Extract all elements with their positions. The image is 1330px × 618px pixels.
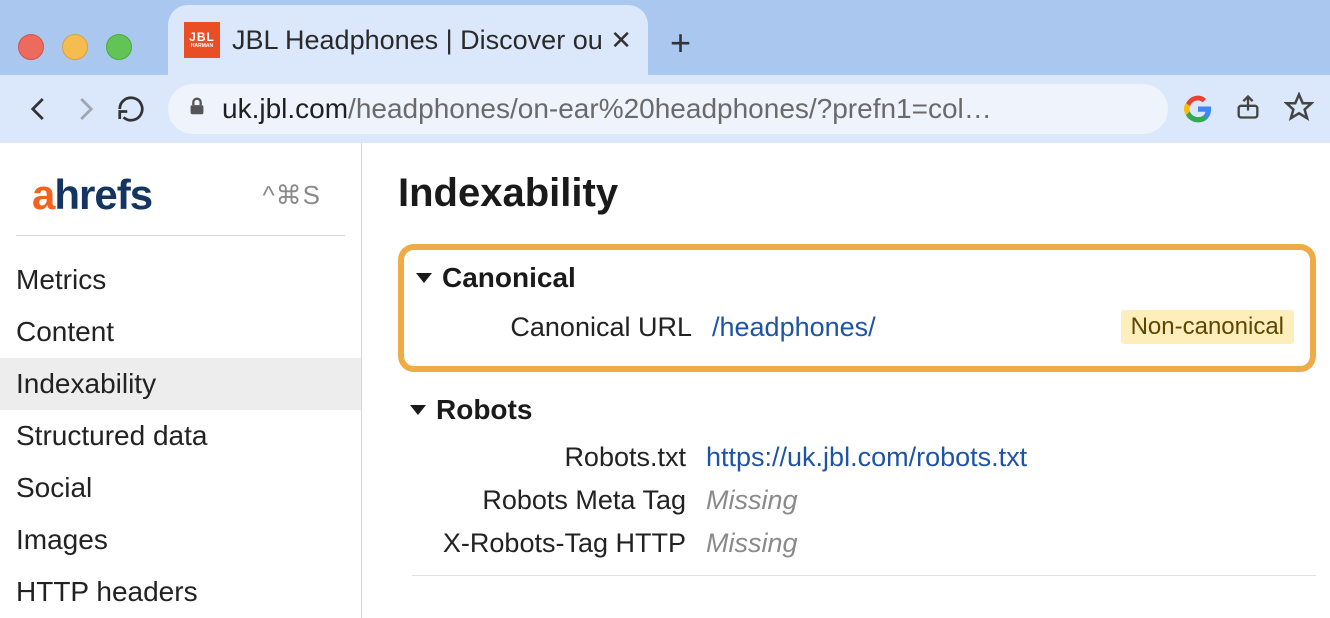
sidebar-item-images[interactable]: Images <box>0 514 361 566</box>
canonical-url-row: Canonical URL /headphones/ Non-canonical <box>416 304 1298 350</box>
x-robots-label: X-Robots-Tag HTTP <box>414 528 706 559</box>
forward-button[interactable] <box>62 94 108 124</box>
caret-down-icon <box>410 405 426 415</box>
robots-header[interactable]: Robots <box>410 394 1318 426</box>
sidebar-item-metrics[interactable]: Metrics <box>0 254 361 306</box>
canonical-header[interactable]: Canonical <box>416 262 1298 294</box>
robots-meta-row: Robots Meta Tag Missing <box>410 479 1318 522</box>
tab-title: JBL Headphones | Discover our <box>232 25 602 56</box>
canonical-url-label: Canonical URL <box>420 312 712 343</box>
x-robots-row: X-Robots-Tag HTTP Missing <box>410 522 1318 565</box>
share-icon[interactable] <box>1234 92 1262 127</box>
robots-txt-row: Robots.txt https://uk.jbl.com/robots.txt <box>410 436 1318 479</box>
brand-row: ahrefs ^⌘S <box>16 171 345 236</box>
back-button[interactable] <box>16 94 62 124</box>
page-title: Indexability <box>398 171 1330 216</box>
sidebar-item-indexability[interactable]: Indexability <box>0 358 361 410</box>
reload-button[interactable] <box>108 94 154 124</box>
lock-icon <box>186 93 208 126</box>
sidebar-item-structured-data[interactable]: Structured data <box>0 410 361 462</box>
url-path: /headphones/on-ear%20headphones/?prefn1=… <box>348 93 992 125</box>
canonical-url-value[interactable]: /headphones/ <box>712 312 1121 343</box>
canonical-section: Canonical Canonical URL /headphones/ Non… <box>398 244 1316 372</box>
brand-logo: ahrefs <box>32 171 152 219</box>
url-host: uk.jbl.com <box>222 93 348 125</box>
browser-tab[interactable]: JBL HARMAN JBL Headphones | Discover our… <box>168 5 648 75</box>
non-canonical-badge: Non-canonical <box>1121 310 1294 344</box>
canonical-heading: Canonical <box>442 262 576 294</box>
robots-meta-value: Missing <box>706 485 1314 516</box>
x-robots-value: Missing <box>706 528 1314 559</box>
maximize-window-icon[interactable] <box>106 34 132 60</box>
toolbar-right <box>1184 92 1314 127</box>
google-icon[interactable] <box>1184 95 1212 123</box>
close-window-icon[interactable] <box>18 34 44 60</box>
extension-panel: ahrefs ^⌘S Metrics Content Indexability … <box>0 143 1330 618</box>
bookmark-star-icon[interactable] <box>1284 92 1314 127</box>
shortcut-hint: ^⌘S <box>262 180 321 211</box>
robots-meta-label: Robots Meta Tag <box>414 485 706 516</box>
robots-txt-value[interactable]: https://uk.jbl.com/robots.txt <box>706 442 1314 473</box>
minimize-window-icon[interactable] <box>62 34 88 60</box>
caret-down-icon <box>416 273 432 283</box>
robots-heading: Robots <box>436 394 532 426</box>
favicon-icon: JBL HARMAN <box>184 22 220 58</box>
robots-txt-label: Robots.txt <box>414 442 706 473</box>
close-tab-icon[interactable]: ✕ <box>610 25 632 56</box>
sidebar-item-social[interactable]: Social <box>0 462 361 514</box>
divider <box>412 575 1316 576</box>
browser-chrome: JBL HARMAN JBL Headphones | Discover our… <box>0 0 1330 143</box>
sidebar-item-http-headers[interactable]: HTTP headers <box>0 566 361 618</box>
main-panel: Indexability Canonical Canonical URL /he… <box>362 143 1330 618</box>
robots-section: Robots Robots.txt https://uk.jbl.com/rob… <box>398 394 1330 565</box>
browser-toolbar: uk.jbl.com/headphones/on-ear%20headphone… <box>0 75 1330 143</box>
new-tab-button[interactable]: + <box>670 22 691 64</box>
sidebar: ahrefs ^⌘S Metrics Content Indexability … <box>0 143 362 618</box>
window-controls <box>18 34 132 60</box>
sidebar-item-content[interactable]: Content <box>0 306 361 358</box>
address-bar[interactable]: uk.jbl.com/headphones/on-ear%20headphone… <box>168 84 1168 134</box>
